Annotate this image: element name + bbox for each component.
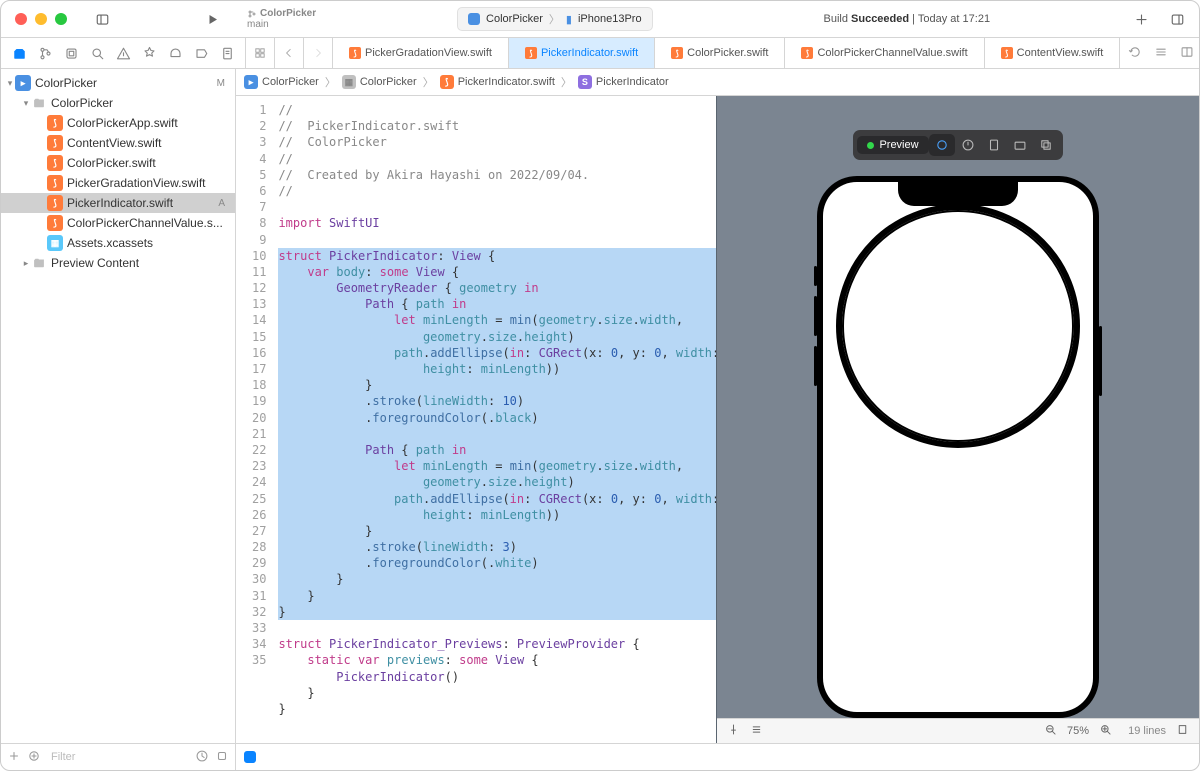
debug-bar	[236, 743, 1199, 770]
sidebar-toggle-icon[interactable]	[91, 8, 113, 30]
debug-indicator-icon[interactable]	[244, 751, 256, 763]
titlebar: ColorPicker main ColorPicker 〉 ▮ iPhone1…	[1, 1, 1199, 38]
run-button[interactable]	[201, 8, 223, 30]
navigator-selector	[1, 38, 246, 68]
find-navigator-icon[interactable]	[85, 41, 109, 65]
tree-node[interactable]: ⟆ColorPicker.swift	[1, 153, 235, 173]
zoom-in-icon[interactable]	[1099, 723, 1112, 739]
library-icon[interactable]	[1167, 8, 1189, 30]
editor-tab[interactable]: ⟆ContentView.swift	[985, 38, 1121, 68]
back-button[interactable]	[275, 38, 304, 68]
build-status: Build Succeeded | Today at 17:21	[823, 13, 990, 25]
preview-toolbar: Preview	[853, 130, 1062, 160]
add-icon[interactable]	[1131, 8, 1153, 30]
source-editor[interactable]: 1 2 3 4 5 6 7 8 9 10 11 12 13 14 15 16 1…	[236, 96, 716, 743]
project-navigator-icon[interactable]	[7, 41, 31, 65]
scheme-selector[interactable]: ColorPicker 〉 ▮ iPhone13Pro	[457, 7, 653, 31]
device-frame	[817, 176, 1099, 718]
editor-tab[interactable]: ⟆ColorPickerChannelValue.swift	[785, 38, 984, 68]
tree-node[interactable]: ⟆PickerGradationView.swift	[1, 173, 235, 193]
selectable-preview-icon[interactable]	[955, 134, 981, 156]
filter-scope-icon[interactable]	[27, 749, 41, 766]
debug-navigator-icon[interactable]	[163, 41, 187, 65]
editor-tab[interactable]: ⟆PickerGradationView.swift	[333, 38, 509, 68]
scm-filter-icon[interactable]	[215, 749, 229, 766]
tree-node[interactable]: ⟆ColorPickerApp.swift	[1, 113, 235, 133]
live-preview-icon[interactable]	[929, 134, 955, 156]
device-settings-icon[interactable]	[1007, 134, 1033, 156]
breakpoint-navigator-icon[interactable]	[189, 41, 213, 65]
duplicate-preview-icon[interactable]	[1033, 134, 1059, 156]
tree-node[interactable]: ▦Assets.xcassets	[1, 233, 235, 253]
navigator-filter-input[interactable]: Filter	[47, 749, 189, 765]
minimap-icon[interactable]	[1176, 723, 1189, 739]
issue-navigator-icon[interactable]	[111, 41, 135, 65]
project-navigator-tree[interactable]: ▾▸ColorPickerM▾ColorPicker⟆ColorPickerAp…	[1, 69, 235, 743]
tree-node[interactable]: ⟆PickerIndicator.swiftA	[1, 193, 235, 213]
editor-tab[interactable]: ⟆ColorPicker.swift	[655, 38, 785, 68]
editor-tabs: ⟆PickerGradationView.swift⟆PickerIndicat…	[333, 38, 1120, 68]
add-file-icon[interactable]	[7, 749, 21, 766]
refresh-icon[interactable]	[1128, 45, 1142, 62]
editor-layout-icon[interactable]	[1180, 45, 1194, 62]
canvas-preview: Preview	[716, 96, 1199, 743]
preview-circle-inner	[842, 210, 1074, 442]
line-count: 19 lines	[1128, 725, 1166, 737]
forward-button[interactable]	[304, 38, 333, 68]
test-navigator-icon[interactable]	[137, 41, 161, 65]
preview-list-icon[interactable]	[750, 723, 763, 739]
zoom-level[interactable]: 75%	[1067, 725, 1089, 737]
zoom-out-icon[interactable]	[1044, 723, 1057, 739]
variants-icon[interactable]	[981, 134, 1007, 156]
branch-name: main	[247, 19, 316, 30]
tree-node[interactable]: ▸Preview Content	[1, 253, 235, 273]
related-items-icon[interactable]	[246, 38, 275, 68]
recent-filter-icon[interactable]	[195, 749, 209, 766]
tree-node[interactable]: ⟆ContentView.swift	[1, 133, 235, 153]
project-title: ColorPicker	[260, 8, 316, 19]
pin-preview-icon[interactable]	[727, 723, 740, 739]
tree-node[interactable]: ▾▸ColorPickerM	[1, 73, 235, 93]
adjust-editor-icon[interactable]	[1154, 45, 1168, 62]
traffic-lights[interactable]	[15, 13, 67, 25]
preview-run-button[interactable]: Preview	[857, 136, 928, 154]
tree-node[interactable]: ▾ColorPicker	[1, 93, 235, 113]
tree-node[interactable]: ⟆ColorPickerChannelValue.s...	[1, 213, 235, 233]
symbol-navigator-icon[interactable]	[59, 41, 83, 65]
breadcrumb[interactable]: ▸ColorPicker〉 ▦ColorPicker〉 ⟆PickerIndic…	[236, 69, 1199, 96]
source-control-icon[interactable]	[33, 41, 57, 65]
report-navigator-icon[interactable]	[215, 41, 239, 65]
editor-tab[interactable]: ⟆PickerIndicator.swift	[509, 38, 655, 68]
